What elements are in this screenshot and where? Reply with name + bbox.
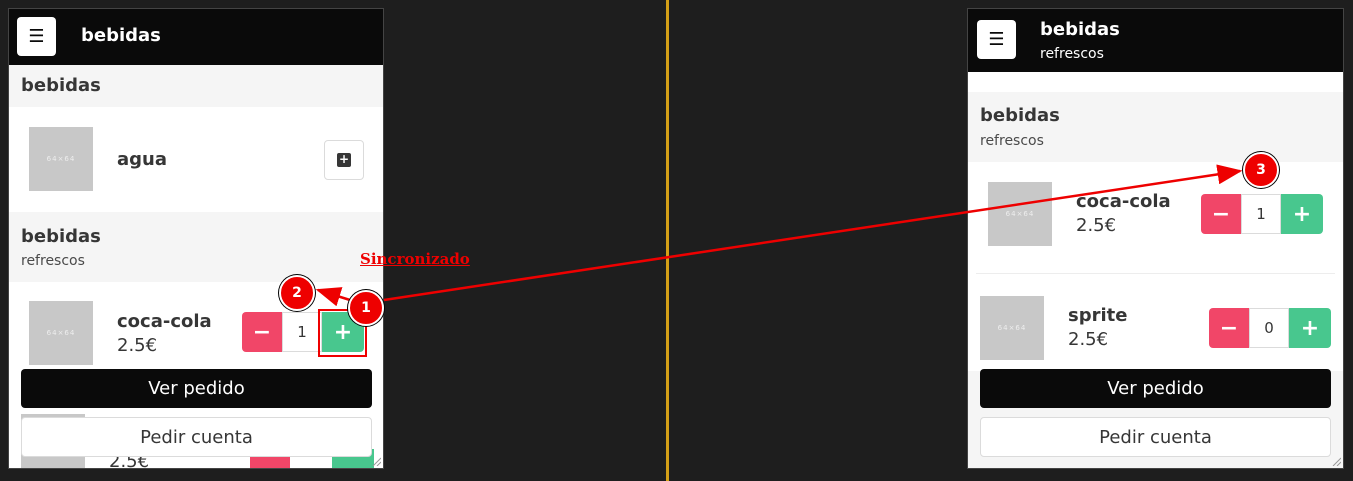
category-title: bebidas [21,226,101,247]
request-bill-button[interactable]: Pedir cuenta [21,417,372,457]
step-badge-3: 3 [1243,152,1279,188]
increment-button[interactable]: + [1281,194,1323,234]
quantity-value: 0 [1249,308,1289,348]
plus-square-icon: + [337,152,351,167]
product-image: 64×64 [29,127,93,191]
left-device-screen: ☰ bebidas bebidas 64×64 agua + bebidas r… [8,8,384,469]
resize-grip-icon[interactable] [1331,456,1341,466]
navbar-title: bebidas [1040,19,1120,40]
step-badge-2: 2 [279,275,315,311]
product-name: sprite [1068,305,1128,326]
quantity-stepper: − 0 + [1209,308,1331,348]
product-price: 2.5€ [117,335,158,356]
app-navbar: ☰ bebidas [9,9,383,65]
product-image: 64×64 [988,182,1052,246]
navbar-subtitle: refrescos [1040,46,1104,62]
quantity-value: 1 [1241,194,1281,234]
decrement-button[interactable]: − [242,312,282,352]
subcategory-title: refrescos [21,253,85,269]
product-image: 64×64 [29,301,93,365]
resize-grip-icon[interactable] [371,456,381,466]
category-title: bebidas [980,105,1060,126]
product-image: 64×64 [980,296,1044,360]
request-bill-button[interactable]: Pedir cuenta [980,417,1331,457]
product-name: coca-cola [117,311,212,332]
decrement-button[interactable]: − [1209,308,1249,348]
navbar-title: bebidas [81,25,161,46]
product-name: agua [117,149,167,170]
view-order-button[interactable]: Ver pedido [21,369,372,408]
sync-label: Sincronizado [360,250,470,268]
quantity-stepper: − 1 + [1201,194,1323,234]
product-name: coca-cola [1076,191,1171,212]
subcategory-header: bebidas refrescos [9,212,383,282]
hamburger-icon[interactable]: ☰ [977,20,1016,59]
step-badge-1: 1 [348,290,384,326]
right-device-screen: ☰ bebidas refrescos bebidas refrescos 64… [967,8,1344,469]
hamburger-icon[interactable]: ☰ [17,17,56,56]
add-item-button[interactable]: + [324,140,364,180]
increment-button[interactable]: + [1289,308,1331,348]
product-price: 2.5€ [1068,329,1109,350]
panel-divider [666,0,669,481]
subcategory-title: refrescos [980,133,1044,149]
view-order-button[interactable]: Ver pedido [980,369,1331,408]
category-title: bebidas [21,75,101,96]
decrement-button[interactable]: − [1201,194,1241,234]
product-price: 2.5€ [1076,215,1117,236]
quantity-value: 1 [282,312,322,352]
app-navbar: ☰ bebidas refrescos [968,9,1343,72]
subcategory-header: bebidas refrescos [968,92,1343,162]
category-header: bebidas [9,65,383,107]
item-separator [976,273,1335,274]
